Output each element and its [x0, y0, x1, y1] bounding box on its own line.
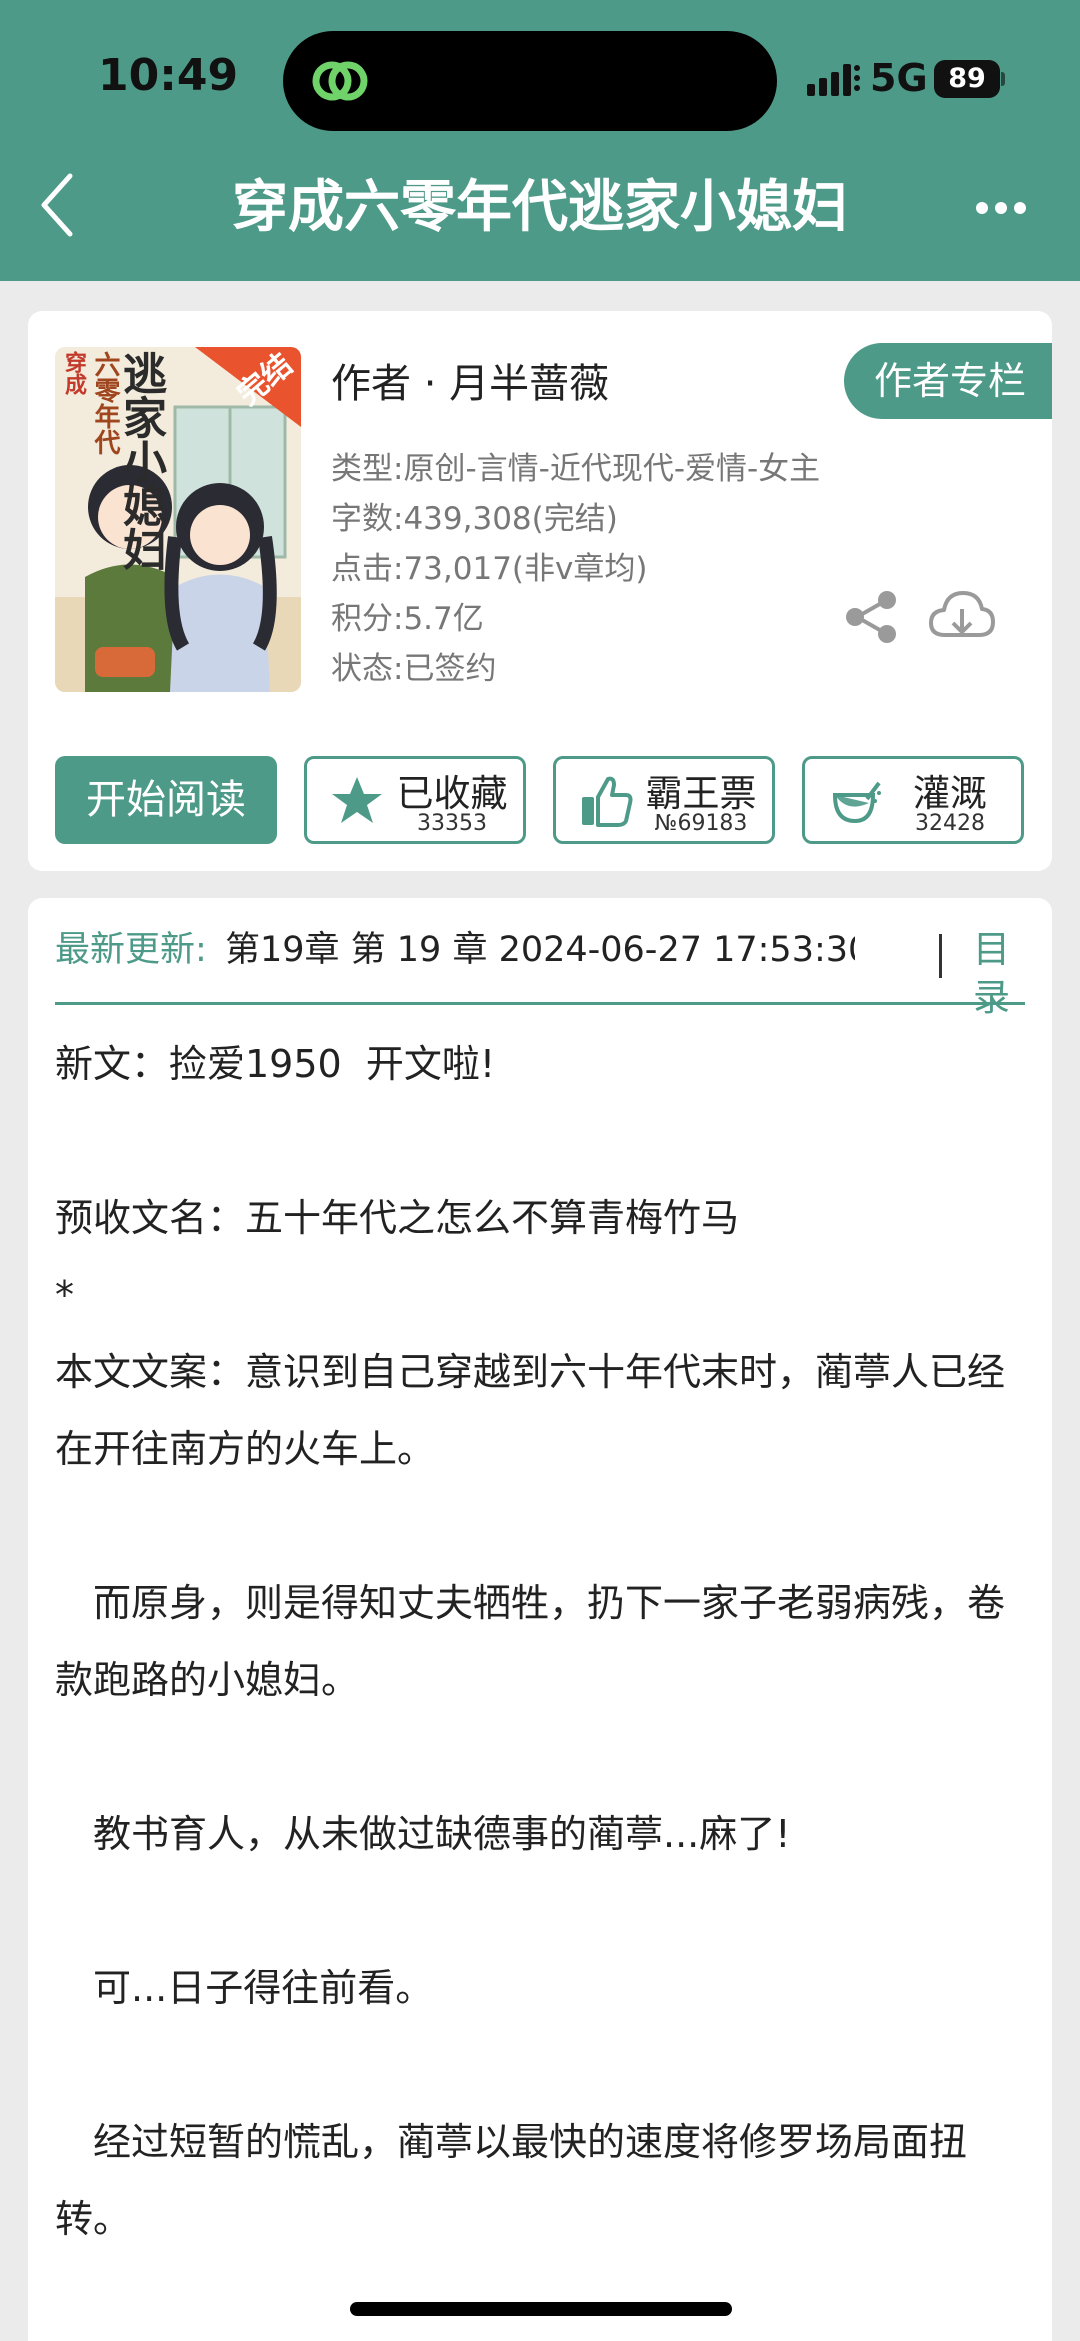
signal-icon — [807, 64, 860, 96]
app-header: 10:49 5G 89 穿成六零年代逃家小媳妇 — [0, 0, 1080, 281]
water-button[interactable]: 灌溉 32428 — [802, 756, 1024, 844]
vote-label: 霸王票 — [645, 772, 757, 815]
thumbs-up-icon — [582, 776, 633, 827]
paragraph — [55, 1103, 1035, 1180]
collect-count: 33353 — [417, 811, 487, 836]
book-status: 状态:已签约 — [331, 651, 497, 687]
paragraph: 可...日子得往前看。 — [55, 1966, 434, 2010]
paragraph — [55, 2027, 1035, 2104]
vote-count: №69183 — [654, 811, 748, 836]
section-divider — [55, 1002, 1025, 1005]
cover-title-left: 六零年代 — [90, 351, 120, 455]
book-clicks: 点击:73,017(非v章均) — [331, 551, 648, 587]
synopsis-card: 最新更新: 第19章 第 19 章 2024-06-27 17:53:30 目录… — [28, 898, 1052, 2341]
page-title: 穿成六零年代逃家小媳妇 — [232, 175, 848, 240]
paragraph: 而原身，则是得知丈夫牺牲，扔下一家子老弱病残，卷款跑路的小媳妇。 — [55, 1581, 1006, 1702]
start-reading-button[interactable]: 开始阅读 — [55, 756, 277, 844]
link-icon — [312, 61, 368, 101]
paragraph: 经过短暂的慌乱，蔺葶以最快的速度将修罗场局面扭转。 — [55, 2120, 968, 2241]
author-line[interactable]: 作者 · 月半蔷薇 — [331, 351, 609, 409]
latest-update-chapter[interactable]: 第19章 第 19 章 2024-06-27 17:53:30 — [225, 926, 855, 974]
paragraph: * — [55, 1273, 74, 1317]
book-genre: 类型:原创-言情-近代现代-爱情-女主 — [331, 451, 821, 487]
paragraph: 本文文案：意识到自己穿越到六十年代末时，蔺葶人已经在开往南方的火车上。 — [55, 1350, 1006, 1471]
book-info-card: 完结 逃家小媳妇 六零年代 穿成 作者 · 月半蔷薇 作者专栏 类型:原创-言情… — [28, 311, 1052, 871]
chevron-left-icon[interactable] — [36, 170, 78, 240]
paragraph — [55, 1488, 1035, 1565]
book-points: 积分:5.7亿 — [331, 601, 484, 637]
collect-label: 已收藏 — [396, 772, 508, 815]
paragraph: 预收文名：五十年代之怎么不算青梅竹马 — [55, 1196, 740, 1240]
divider — [939, 934, 942, 978]
book-word-count: 字数:439,308(完结) — [331, 501, 618, 537]
latest-update-row[interactable]: 最新更新: 第19章 第 19 章 2024-06-27 17:53:30 目录 — [55, 926, 1025, 1019]
share-icon[interactable] — [843, 589, 899, 645]
dynamic-island — [283, 31, 777, 131]
home-indicator[interactable] — [350, 2302, 732, 2316]
synopsis-text: 新文：捡爱1950 开文啦! 预收文名：五十年代之怎么不算青梅竹马 * 本文文案… — [55, 1026, 1035, 2258]
paragraph — [55, 1719, 1035, 1796]
battery-level: 89 — [934, 60, 1000, 98]
more-dots-icon[interactable] — [975, 198, 1027, 218]
table-of-contents-link[interactable]: 目录 — [973, 926, 1025, 1022]
cloud-download-icon[interactable] — [927, 587, 997, 647]
water-count: 32428 — [915, 811, 985, 836]
paragraph — [55, 1873, 1035, 1950]
book-cover[interactable]: 完结 逃家小媳妇 六零年代 穿成 — [55, 347, 301, 692]
watering-can-icon — [832, 781, 881, 824]
star-icon — [332, 777, 382, 823]
battery-cap — [1001, 72, 1005, 86]
cover-title-right: 逃家小媳妇 — [115, 351, 166, 571]
cover-title-top: 穿成 — [61, 351, 86, 395]
vote-button[interactable]: 霸王票 №69183 — [553, 756, 775, 844]
paragraph: 教书育人，从未做过缺德事的蔺葶...麻了! — [55, 1812, 791, 1856]
status-time: 10:49 — [98, 50, 239, 101]
collect-button[interactable]: 已收藏 33353 — [304, 756, 526, 844]
paragraph: 新文：捡爱1950 开文啦! — [55, 1042, 496, 1086]
author-column-button[interactable]: 作者专栏 — [844, 343, 1052, 419]
network-type: 5G — [870, 56, 928, 100]
latest-update-label: 最新更新: — [55, 930, 207, 970]
water-label: 灌溉 — [913, 772, 987, 815]
